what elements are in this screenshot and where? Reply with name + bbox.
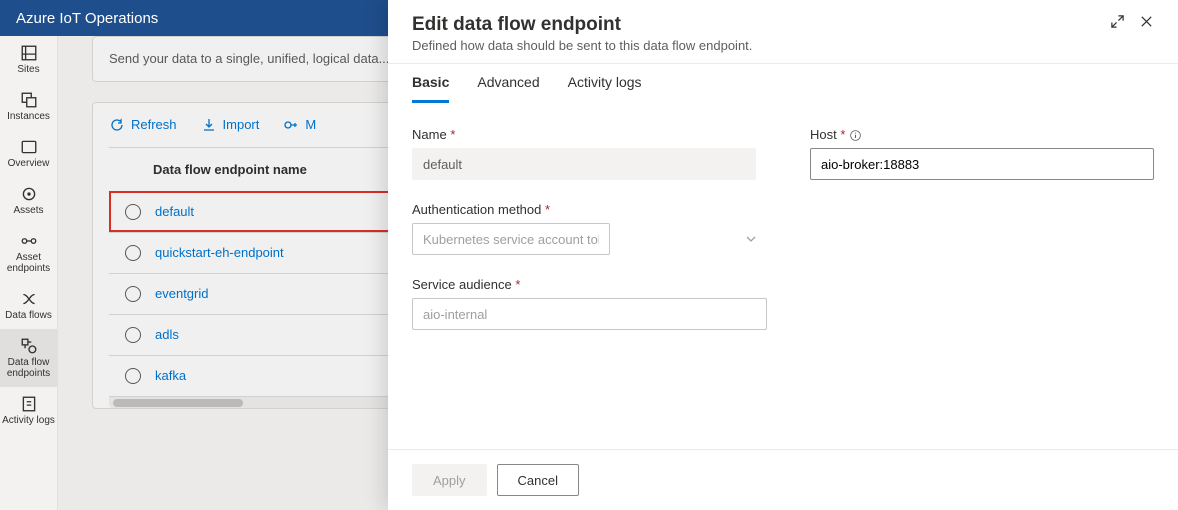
audience-label: Service audience * — [412, 277, 767, 292]
endpoint-link[interactable]: default — [155, 204, 194, 219]
activity-logs-icon — [20, 395, 38, 413]
nav-item-data-flow-endpoints[interactable]: Data flow endpoints — [0, 329, 58, 387]
refresh-button[interactable]: Refresh — [109, 117, 177, 133]
sites-icon — [20, 44, 38, 62]
nav-label: Instances — [7, 111, 50, 122]
nav-item-data-flows[interactable]: Data flows — [0, 282, 58, 329]
data-flow-endpoints-icon — [20, 337, 38, 355]
endpoint-link[interactable]: quickstart-eh-endpoint — [155, 245, 284, 260]
nav-item-asset-endpoints[interactable]: Asset endpoints — [0, 224, 58, 282]
radio-icon[interactable] — [125, 327, 141, 343]
import-label: Import — [223, 117, 260, 132]
tab-advanced[interactable]: Advanced — [477, 74, 539, 103]
nav-item-assets[interactable]: Assets — [0, 177, 58, 224]
nav-label: Data flows — [5, 310, 52, 321]
nav-label: Sites — [17, 64, 39, 75]
nav-label: Activity logs — [2, 415, 55, 426]
edit-endpoint-panel: Edit data flow endpoint Defined how data… — [388, 0, 1178, 510]
name-input[interactable] — [412, 148, 756, 180]
app-title: Azure IoT Operations — [16, 10, 158, 27]
info-icon[interactable] — [849, 129, 862, 142]
refresh-icon — [109, 117, 125, 133]
data-flows-icon — [20, 290, 38, 308]
cancel-button[interactable]: Cancel — [497, 464, 579, 496]
expand-icon[interactable] — [1110, 14, 1125, 29]
more-label: M — [305, 117, 316, 132]
host-input[interactable] — [810, 148, 1154, 180]
auth-label: Authentication method * — [412, 202, 767, 217]
nav-item-instances[interactable]: Instances — [0, 83, 58, 130]
panel-header: Edit data flow endpoint Defined how data… — [388, 0, 1178, 63]
host-label: Host * — [810, 127, 1154, 142]
key-icon — [283, 117, 299, 133]
radio-icon[interactable] — [125, 204, 141, 220]
audience-input[interactable] — [412, 298, 767, 330]
apply-button[interactable]: Apply — [412, 464, 487, 496]
scrollbar-thumb[interactable] — [113, 399, 243, 407]
import-icon — [201, 117, 217, 133]
tab-activity-logs[interactable]: Activity logs — [568, 74, 642, 103]
overview-icon — [20, 138, 38, 156]
refresh-label: Refresh — [131, 117, 177, 132]
tab-basic[interactable]: Basic — [412, 74, 449, 103]
radio-icon[interactable] — [125, 368, 141, 384]
nav-item-overview[interactable]: Overview — [0, 130, 58, 177]
auth-select[interactable] — [412, 223, 610, 255]
asset-endpoints-icon — [20, 232, 38, 250]
radio-icon[interactable] — [125, 245, 141, 261]
endpoint-link[interactable]: kafka — [155, 368, 186, 383]
radio-icon[interactable] — [125, 286, 141, 302]
nav-label: Assets — [13, 205, 43, 216]
panel-title: Edit data flow endpoint — [412, 14, 752, 36]
instances-icon — [20, 91, 38, 109]
panel-tabs: Basic Advanced Activity logs — [388, 64, 1178, 103]
nav-label: Overview — [8, 158, 50, 169]
more-button[interactable]: M — [283, 117, 316, 133]
panel-subtitle: Defined how data should be sent to this … — [412, 38, 752, 53]
panel-footer: Apply Cancel — [388, 449, 1178, 510]
nav-label: Asset endpoints — [0, 252, 58, 274]
chevron-down-icon — [745, 233, 757, 245]
endpoint-link[interactable]: eventgrid — [155, 286, 208, 301]
close-icon[interactable] — [1139, 14, 1154, 29]
nav-item-activity-logs[interactable]: Activity logs — [0, 387, 58, 434]
assets-icon — [20, 185, 38, 203]
panel-body: Name * Host * Authentication method * — [388, 103, 1178, 449]
left-nav: Sites Instances Overview Assets Asset en… — [0, 36, 58, 510]
name-label: Name * — [412, 127, 756, 142]
nav-item-sites[interactable]: Sites — [0, 36, 58, 83]
import-button[interactable]: Import — [201, 117, 260, 133]
nav-label: Data flow endpoints — [0, 357, 58, 379]
endpoint-link[interactable]: adls — [155, 327, 179, 342]
